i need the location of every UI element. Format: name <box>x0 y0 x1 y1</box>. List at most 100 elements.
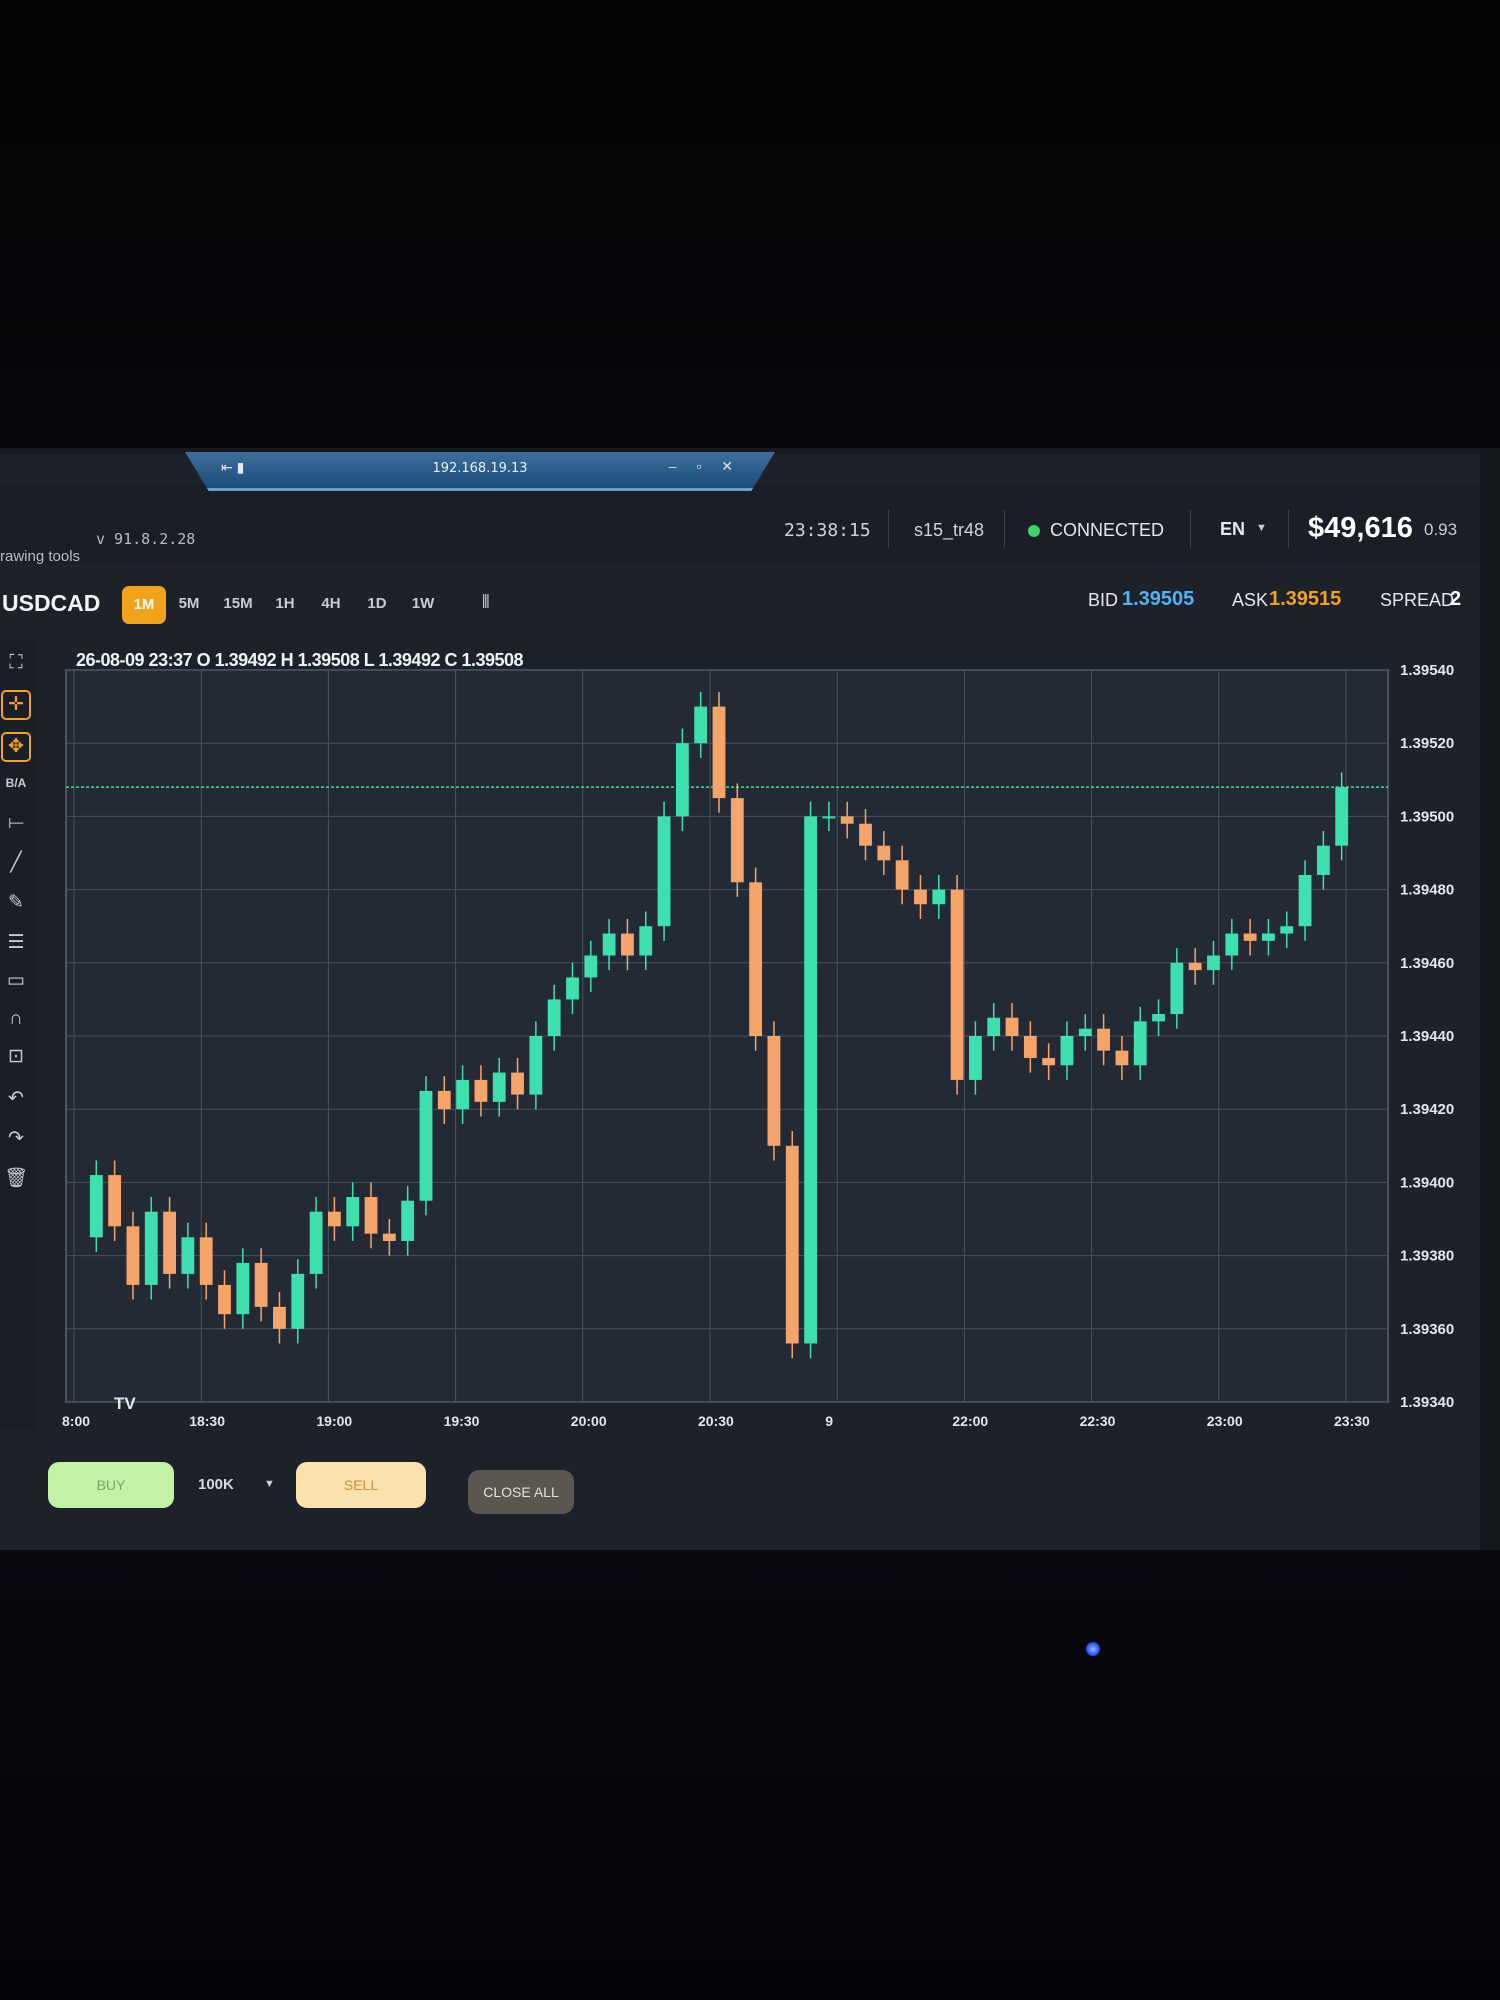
horizontal-line-icon[interactable]: ⟝ <box>0 808 32 838</box>
candle-body <box>437 1090 451 1110</box>
move-icon[interactable]: ✥ <box>1 732 31 762</box>
candle-body <box>1262 933 1275 941</box>
lock-icon[interactable]: ⊡ <box>0 1042 32 1072</box>
candle-body <box>950 889 964 1080</box>
candle-body <box>474 1079 488 1102</box>
y-tick-label: 1.39520 <box>1400 735 1454 752</box>
redo-icon[interactable]: ↷ <box>0 1124 32 1154</box>
x-tick-label: 19:00 <box>316 1413 352 1429</box>
candle-body <box>1298 874 1312 927</box>
candle-body <box>547 999 561 1036</box>
x-tick-label: 19:30 <box>444 1413 480 1429</box>
app-version: v 91.8.2.28 <box>96 530 196 548</box>
server-time: 23:38:15 <box>784 520 871 541</box>
power-led <box>1086 1642 1100 1656</box>
candle-body <box>968 1036 982 1080</box>
candle-body <box>657 816 671 927</box>
candlestick-icon[interactable]: ⫴ <box>482 592 490 613</box>
candle-body <box>1170 962 1184 1015</box>
magnet-icon[interactable]: ∩ <box>0 1004 32 1034</box>
candle-body <box>1023 1036 1037 1058</box>
chevron-down-icon[interactable]: ▼ <box>1256 522 1267 534</box>
candle-body <box>1115 1050 1129 1066</box>
fib-levels-icon[interactable]: ☰ <box>0 928 32 958</box>
quantity-select[interactable]: 100K <box>198 1476 234 1493</box>
candle-body <box>419 1090 433 1201</box>
y-tick-label: 1.39360 <box>1400 1321 1454 1338</box>
candle-body <box>1078 1028 1092 1036</box>
candle-body <box>108 1175 122 1227</box>
connection-status-dot <box>1028 525 1040 537</box>
chart-canvas[interactable]: 1.39540 1.39520 1.39500 1.39480 1.39460 1.394… <box>36 640 1480 1440</box>
language-selector[interactable]: EN <box>1220 519 1245 540</box>
candle-body <box>621 933 634 956</box>
x-tick-label: 8:00 <box>62 1413 90 1429</box>
chart-toolbar: USDCAD 1M 5M 15M 1H 4H 1D 1W ⫴ BID 1.395… <box>0 564 1480 638</box>
candle-body <box>89 1175 103 1238</box>
ruler-icon[interactable]: ✎ <box>0 888 32 918</box>
candle-body <box>804 816 817 1344</box>
header-divider <box>888 510 889 548</box>
undo-icon[interactable]: ↶ <box>0 1084 32 1114</box>
bid-ask-toggle[interactable]: B/A <box>0 768 32 798</box>
account-id[interactable]: s15_tr48 <box>914 520 984 541</box>
trash-icon[interactable]: 🗑 <box>0 1164 32 1194</box>
candle-body <box>584 955 598 978</box>
y-tick-label: 1.39380 <box>1400 1248 1454 1265</box>
candle-body <box>1152 1014 1165 1022</box>
y-tick-label: 1.39340 <box>1400 1394 1454 1411</box>
y-tick-label: 1.39460 <box>1400 955 1454 972</box>
candle-body <box>822 816 836 819</box>
y-tick-label: 1.39440 <box>1400 1028 1454 1045</box>
candle-body <box>401 1200 415 1241</box>
chevron-down-icon[interactable]: ▼ <box>264 1478 275 1490</box>
candle-body <box>639 926 653 956</box>
ask-label: ASK <box>1232 590 1269 610</box>
timeframe-1m[interactable]: 1M <box>122 586 166 624</box>
fullscreen-icon[interactable]: ⛶ <box>0 648 32 678</box>
timeframe-4h[interactable]: 4H <box>316 592 346 616</box>
timeframe-1h[interactable]: 1H <box>270 592 300 616</box>
balance-percent: 0.93 <box>1424 520 1458 539</box>
candle-body <box>144 1211 158 1285</box>
timeframe-1d[interactable]: 1D <box>362 592 392 616</box>
candle-body <box>859 823 872 846</box>
ask-price: 1.39515 <box>1269 588 1342 610</box>
drawing-tools-label[interactable]: rawing tools <box>0 548 80 565</box>
candle-body <box>309 1211 323 1274</box>
candle-body <box>877 845 891 861</box>
candle-body <box>273 1306 286 1329</box>
candle-body <box>1207 955 1220 971</box>
candle-body <box>382 1233 396 1241</box>
candle-body <box>840 816 854 824</box>
buy-button[interactable]: BUY <box>48 1462 174 1508</box>
timeframe-15m[interactable]: 15M <box>218 592 258 616</box>
rectangle-icon[interactable]: ▭ <box>0 966 32 996</box>
crosshair-icon[interactable]: ✛ <box>1 690 31 720</box>
candle-body <box>712 706 726 799</box>
tradingview-logo: TV <box>114 1394 136 1413</box>
close-all-button[interactable]: CLOSE ALL <box>468 1470 574 1514</box>
candle-body <box>199 1237 213 1285</box>
spread-label: SPREAD <box>1380 590 1455 610</box>
symbol-name[interactable]: USDCAD <box>2 590 100 617</box>
price-chart[interactable]: 1.39540 1.39520 1.39500 1.39480 1.39460 1.394… <box>36 640 1480 1440</box>
candle-body <box>364 1197 378 1234</box>
candle-body <box>694 706 708 744</box>
candle-body <box>749 882 763 1036</box>
window-controls[interactable]: – ▫ ✕ <box>669 458 741 475</box>
trend-line-icon[interactable]: ╱ <box>0 848 32 878</box>
candle-body <box>456 1079 470 1110</box>
y-tick-label: 1.39480 <box>1400 882 1454 899</box>
remote-desktop-bar[interactable]: ⇤ ▮ 192.168.19.13 – ▫ ✕ <box>185 452 775 491</box>
timeframe-5m[interactable]: 5M <box>174 592 204 616</box>
candle-body <box>932 889 946 905</box>
candle-body <box>236 1262 250 1315</box>
candle-body <box>1243 933 1257 941</box>
sell-button[interactable]: SELL <box>296 1462 426 1508</box>
candle-body <box>1005 1017 1019 1036</box>
candle-body <box>730 798 744 883</box>
x-tick-label: 18:30 <box>189 1413 225 1429</box>
timeframe-1w[interactable]: 1W <box>406 592 440 616</box>
candle-body <box>675 743 689 817</box>
